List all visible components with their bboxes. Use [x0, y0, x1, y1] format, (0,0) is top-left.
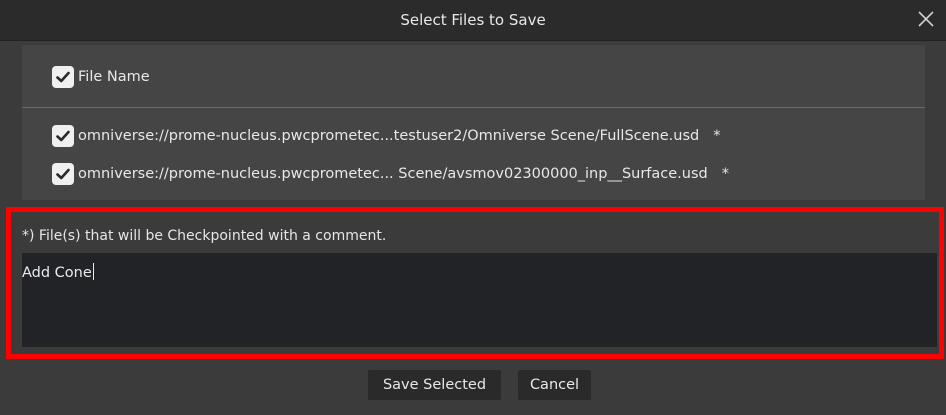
dialog-title: Select Files to Save — [400, 11, 546, 29]
text-caret — [92, 263, 94, 280]
checkmark-icon — [56, 71, 70, 83]
checkmark-icon — [56, 168, 70, 180]
file-checkbox[interactable] — [52, 163, 74, 185]
comment-text: Add Cone — [22, 263, 94, 281]
checkpoint-comment-field[interactable] — [22, 253, 937, 347]
title-bar: Select Files to Save — [0, 0, 946, 41]
file-name-column-header: File Name — [78, 69, 150, 85]
header-divider — [22, 107, 925, 108]
cancel-button[interactable]: Cancel — [518, 370, 591, 400]
close-icon[interactable] — [914, 7, 938, 31]
file-list-header: File Name — [52, 65, 150, 89]
file-path: omniverse://prome-nucleus.pwcprometec...… — [78, 166, 708, 182]
file-path: omniverse://prome-nucleus.pwcprometec...… — [78, 128, 700, 144]
file-row: omniverse://prome-nucleus.pwcprometec...… — [52, 162, 729, 186]
file-row: omniverse://prome-nucleus.pwcprometec...… — [52, 124, 720, 148]
comment-value: Add Cone — [22, 265, 92, 281]
select-all-checkbox[interactable] — [52, 66, 74, 88]
file-checkbox[interactable] — [52, 125, 74, 147]
save-selected-button[interactable]: Save Selected — [368, 370, 501, 400]
file-list-panel: File Name omniverse://prome-nucleus.pwcp… — [22, 45, 925, 200]
select-files-dialog: Select Files to Save File Name omniverse… — [0, 0, 946, 415]
checkmark-icon — [56, 130, 70, 142]
checkpoint-marker: * — [721, 166, 729, 182]
checkpoint-marker: * — [713, 128, 721, 144]
checkpoint-note: *) File(s) that will be Checkpointed wit… — [22, 228, 387, 244]
